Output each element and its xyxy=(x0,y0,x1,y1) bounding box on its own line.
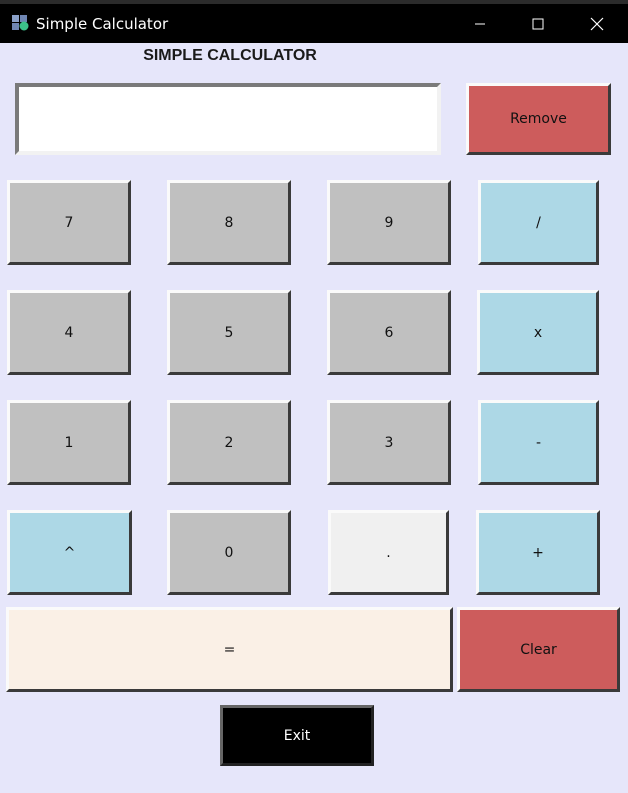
decimal-point-button[interactable]: . xyxy=(328,510,449,595)
display-input[interactable] xyxy=(15,83,441,155)
digit-5-button[interactable]: 5 xyxy=(167,290,291,375)
add-button[interactable]: + xyxy=(476,510,600,595)
digit-4-button[interactable]: 4 xyxy=(7,290,131,375)
remove-button[interactable]: Remove xyxy=(466,83,611,155)
digit-7-button[interactable]: 7 xyxy=(7,180,131,265)
divide-button[interactable]: / xyxy=(478,180,599,265)
maximize-button[interactable] xyxy=(508,4,567,43)
window-title: Simple Calculator xyxy=(36,15,169,33)
close-icon xyxy=(590,17,603,30)
clear-button[interactable]: Clear xyxy=(457,607,620,692)
digit-2-button[interactable]: 2 xyxy=(167,400,291,485)
digit-9-button[interactable]: 9 xyxy=(327,180,451,265)
multiply-button[interactable]: x xyxy=(477,290,599,375)
calculator-window: Simple Calculator SIMPLE CALCULATOR Remo… xyxy=(0,0,628,793)
calculator-app-icon xyxy=(12,15,29,31)
equals-button[interactable]: = xyxy=(6,607,453,692)
digit-1-button[interactable]: 1 xyxy=(7,400,131,485)
subtract-button[interactable]: - xyxy=(478,400,599,485)
maximize-icon xyxy=(532,18,543,29)
page-title: SIMPLE CALCULATOR xyxy=(143,47,317,64)
power-button[interactable]: ^ xyxy=(7,510,132,595)
digit-0-button[interactable]: 0 xyxy=(167,510,291,595)
close-button[interactable] xyxy=(567,4,626,43)
digit-3-button[interactable]: 3 xyxy=(327,400,451,485)
minimize-icon xyxy=(474,23,485,24)
minimize-button[interactable] xyxy=(450,4,509,43)
digit-6-button[interactable]: 6 xyxy=(327,290,451,375)
exit-button[interactable]: Exit xyxy=(220,705,374,766)
digit-8-button[interactable]: 8 xyxy=(167,180,291,265)
title-bar[interactable]: Simple Calculator xyxy=(0,0,628,43)
